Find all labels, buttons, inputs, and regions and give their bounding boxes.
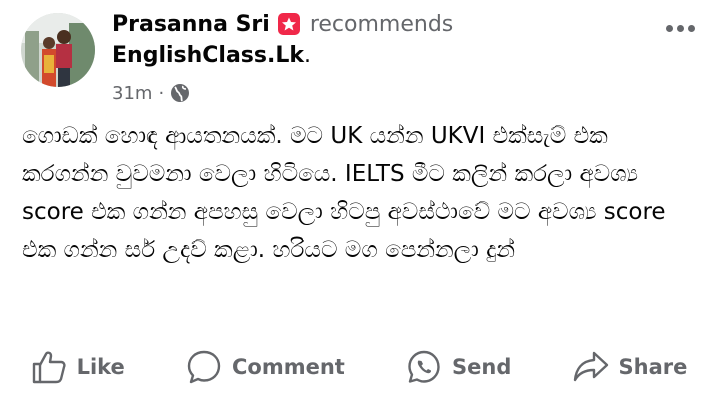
recommended-page-name[interactable]: EnglishClass.Lk. (112, 43, 311, 68)
post-actions-bar: Like Comment Send Share (0, 340, 718, 394)
meta-separator: · (158, 82, 165, 104)
more-options-button[interactable] (660, 16, 700, 40)
like-button[interactable]: Like (31, 349, 125, 385)
more-dot (676, 24, 684, 32)
share-icon (573, 349, 609, 385)
comment-button[interactable]: Comment (186, 349, 345, 385)
recommends-label: recommends (309, 11, 454, 37)
page-name-period: . (304, 43, 312, 68)
post-header-line: Prasanna Sri recommends (112, 8, 453, 40)
like-label: Like (76, 355, 125, 379)
post-meta: 31m · (112, 80, 190, 106)
thumbs-up-icon (31, 349, 67, 385)
post-body: ගොඩක් හොඳ ආයතනයක්. මට UK යන්න UKVI එක්සැ… (22, 123, 666, 263)
post-card: Prasanna Sri recommends EnglishClass.Lk.… (0, 0, 718, 415)
more-dot (687, 24, 695, 32)
send-button[interactable]: Send (406, 349, 511, 385)
globe-icon[interactable] (170, 83, 190, 103)
page-name-link[interactable]: EnglishClass.Lk (112, 43, 304, 68)
whatsapp-icon (406, 349, 442, 385)
comment-icon (186, 349, 222, 385)
send-label: Send (452, 355, 512, 379)
post-timestamp[interactable]: 31m (112, 83, 152, 104)
share-button[interactable]: Share (573, 349, 688, 385)
comment-label: Comment (231, 355, 345, 379)
avatar[interactable] (21, 13, 95, 87)
author-name[interactable]: Prasanna Sri (112, 12, 270, 37)
star-icon (277, 13, 300, 35)
more-dot (665, 24, 673, 32)
share-label: Share (618, 355, 688, 379)
